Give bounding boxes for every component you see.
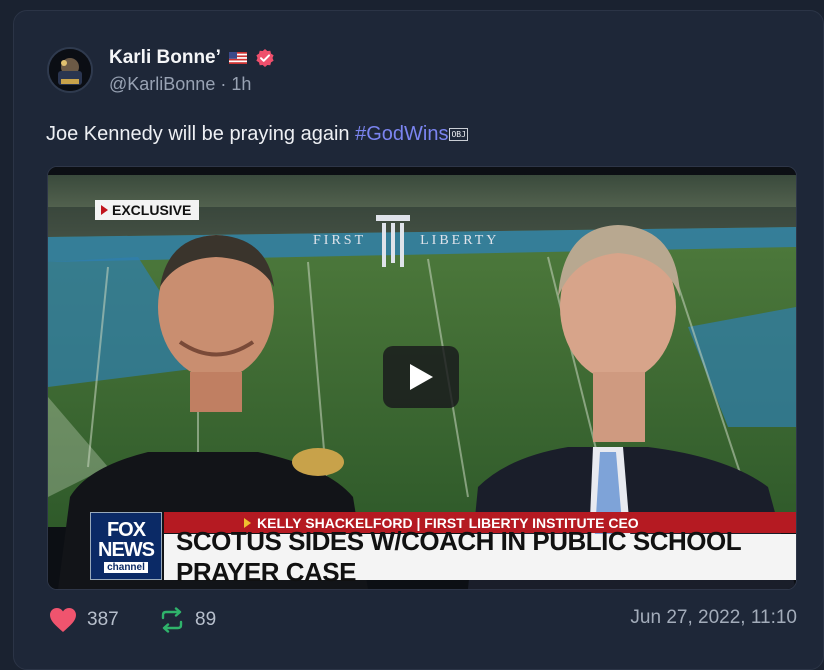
news-lower-third: FOX NEWS channel KELLY SHACKELFORD | FIR… (90, 512, 796, 587)
post-body: Joe Kennedy will be praying again (46, 123, 356, 145)
post-footer: 387 89 Jun 27, 2022, 11:10 (47, 607, 797, 637)
repost-button[interactable]: 89 (159, 607, 216, 633)
like-button[interactable]: 387 (49, 607, 119, 633)
exclusive-label: EXCLUSIVE (95, 200, 200, 220)
video-player[interactable]: EXCLUSIVE FIRST LIBERTY FOX NEWS channel (47, 166, 797, 590)
verified-badge-icon (256, 49, 274, 67)
repost-count: 89 (195, 609, 217, 630)
display-name[interactable]: Karli Bonne’ (109, 47, 221, 69)
play-icon (410, 364, 433, 390)
headline-bar: SCOTUS SIDES W/COACH IN PUBLIC SCHOOL PR… (164, 526, 796, 587)
first-liberty-logo: FIRST LIBERTY (313, 215, 499, 267)
play-button[interactable] (383, 346, 459, 408)
post-card[interactable]: Karli Bonne’ @KarliBonne · 1h Joe Kenned… (13, 10, 824, 670)
like-count: 387 (87, 609, 119, 630)
fox-logo-line1: FOX (106, 518, 146, 541)
pillar-icon (376, 215, 411, 267)
exclusive-arrow-icon (101, 205, 108, 215)
fox-news-logo: FOX NEWS channel (90, 512, 162, 580)
us-flag-icon (228, 52, 247, 64)
post-timestamp[interactable]: Jun 27, 2022, 11:10 (630, 607, 797, 629)
fox-logo-line2: NEWS (98, 538, 155, 561)
hashtag-link[interactable]: #GodWins (355, 123, 448, 145)
handle-and-time[interactable]: @KarliBonne · 1h (109, 74, 251, 95)
fox-logo-line3: channel (104, 561, 148, 573)
heart-icon (50, 608, 76, 632)
avatar[interactable] (47, 47, 93, 93)
logo-text-left: FIRST (313, 233, 367, 248)
logo-text-right: LIBERTY (420, 233, 500, 248)
repost-icon (161, 607, 183, 633)
object-replacement-glyph: OBJ (449, 128, 468, 142)
exclusive-text: EXCLUSIVE (112, 202, 192, 218)
post-text: Joe Kennedy will be praying again #GodWi… (46, 123, 468, 146)
